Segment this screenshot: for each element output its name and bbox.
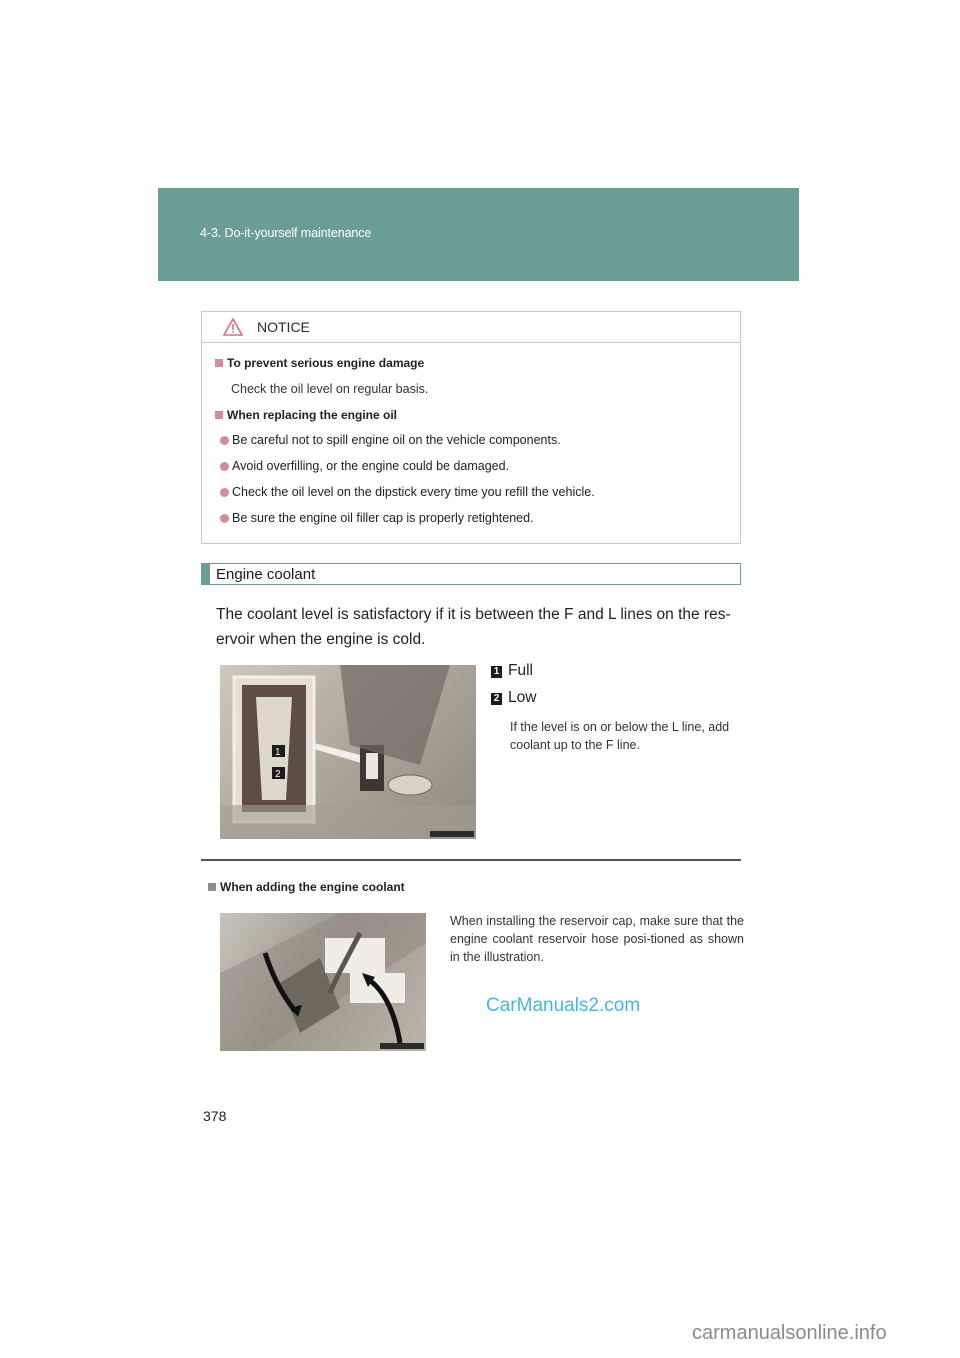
notice-bullet: Check the oil level on the dipstick ever… (220, 485, 595, 499)
heading-accent (202, 564, 210, 584)
legend-item-full: 1 Full (491, 662, 533, 680)
image-label-2: 2 (275, 769, 281, 780)
dot-bullet-icon (220, 436, 229, 445)
watermark-carmanuals2: CarManuals2.com (486, 995, 641, 1016)
section-divider (201, 859, 741, 861)
reservoir-photo-drawing: 1 2 (220, 665, 476, 839)
number-badge-icon: 1 (491, 666, 502, 678)
coolant-paragraph: The coolant level is satisfactory if it … (216, 606, 731, 648)
notice-heading: When replacing the engine oil (215, 408, 397, 422)
dot-bullet-icon (220, 514, 229, 523)
page-number: 378 (203, 1108, 227, 1124)
notice-bullet: Be sure the engine oil filler cap is pro… (220, 511, 534, 525)
reservoir-hose-illustration (220, 913, 426, 1051)
image-code (380, 1043, 424, 1049)
warning-triangle-icon (223, 318, 243, 336)
engine-coolant-heading-bar: Engine coolant (201, 563, 741, 585)
notice-header: NOTICE (202, 312, 740, 343)
hose-photo-drawing (220, 913, 426, 1051)
section-title: 4-3. Do-it-yourself maintenance (200, 226, 372, 240)
legend-item-low: 2 Low (491, 689, 536, 707)
notice-label: NOTICE (257, 319, 310, 335)
coolant-reservoir-illustration: 1 2 (220, 665, 476, 839)
dot-bullet-icon (220, 488, 229, 497)
engine-coolant-title: Engine coolant (216, 566, 316, 583)
square-bullet-icon (215, 359, 223, 367)
notice-heading: To prevent serious engine damage (215, 356, 424, 370)
dot-bullet-icon (220, 462, 229, 471)
coolant-note: If the level is on or below the L line, … (510, 720, 730, 752)
square-bullet-icon (215, 411, 223, 419)
notice-bullet: Avoid overfilling, or the engine could b… (220, 459, 509, 473)
notice-text: Check the oil level on regular basis. (231, 382, 429, 396)
notice-box: NOTICE To prevent serious engine damage … (201, 311, 741, 544)
watermark-carmanualsonline: carmanualsonline.info (692, 1322, 887, 1344)
adding-coolant-heading: When adding the engine coolant (208, 880, 405, 894)
image-code (430, 831, 474, 837)
notice-bullet: Be careful not to spill engine oil on th… (220, 433, 561, 447)
image-label-1: 1 (275, 747, 281, 758)
section-header-band: 4-3. Do-it-yourself maintenance (158, 188, 799, 281)
number-badge-icon: 2 (491, 693, 502, 705)
square-bullet-icon (208, 883, 216, 891)
adding-coolant-note: When installing the reservoir cap, make … (450, 914, 744, 964)
